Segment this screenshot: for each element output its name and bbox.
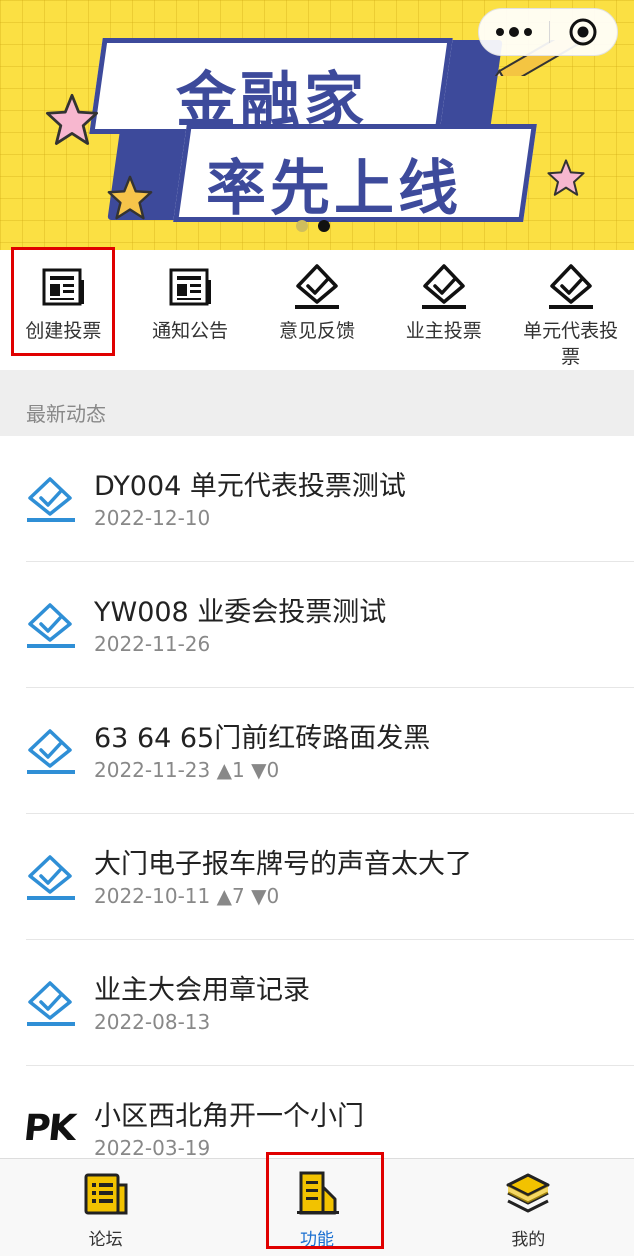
- promo-banner[interactable]: 金融家 率先上线: [0, 0, 634, 250]
- function-label: 创建投票: [25, 320, 102, 342]
- pagination-dot-active[interactable]: [318, 220, 330, 232]
- news-date: 2022-11-26: [94, 632, 211, 656]
- function-grid: 创建投票 通知公告 意见反馈 业主投票 单元代表投票: [0, 250, 634, 370]
- vote-check-icon: [294, 264, 339, 309]
- upvote-count: ▲7: [216, 884, 245, 908]
- upvote-count: ▲1: [216, 758, 245, 782]
- news-title: 小区西北角开一个小门: [94, 1101, 364, 1132]
- function-label: 单元代表投票: [523, 320, 619, 368]
- tab-label: 论坛: [88, 1230, 123, 1250]
- function-label: 意见反馈: [278, 320, 355, 342]
- news-title: YW008 业委会投票测试: [94, 597, 387, 628]
- news-title: DY004 单元代表投票测试: [94, 471, 406, 502]
- tab-forum[interactable]: 论坛: [0, 1159, 211, 1256]
- vote-check-icon: [27, 729, 75, 774]
- section-header: 最新动态: [0, 370, 634, 436]
- list-item[interactable]: DY004 单元代表投票测试 2022-12-10: [0, 436, 634, 562]
- list-item[interactable]: 业主大会用章记录 2022-08-13: [0, 940, 634, 1066]
- newspaper-icon: [42, 268, 85, 306]
- vote-check-icon: [27, 981, 75, 1026]
- layers-icon: [506, 1173, 550, 1213]
- newspaper-icon: [169, 268, 212, 306]
- target-close-icon[interactable]: [550, 8, 618, 56]
- mini-program-capsule: [478, 8, 618, 56]
- function-label: 通知公告: [152, 320, 229, 342]
- news-title: 业主大会用章记录: [94, 975, 310, 1006]
- building-icon: [296, 1171, 339, 1215]
- bottom-tab-bar: 论坛 功能 我的: [0, 1158, 634, 1256]
- list-item[interactable]: YW008 业委会投票测试 2022-11-26: [0, 562, 634, 688]
- function-label: 业主投票: [405, 320, 482, 342]
- section-title: 最新动态: [26, 402, 106, 426]
- news-meta: 2022-11-23 ▲1 ▼0: [94, 758, 279, 782]
- vote-check-icon: [548, 264, 593, 309]
- news-list: DY004 单元代表投票测试 2022-12-10 YW008 业委会投票测试 …: [0, 436, 634, 1158]
- news-meta: 2022-12-10: [94, 506, 210, 530]
- vote-check-icon: [27, 855, 75, 900]
- tab-label: 我的: [511, 1230, 546, 1250]
- function-feedback[interactable]: 意见反馈: [254, 250, 381, 370]
- banner-headline-1: 金融家: [176, 66, 368, 136]
- forum-list-icon: [84, 1173, 128, 1215]
- pagination-dot[interactable]: [296, 220, 308, 232]
- function-create-vote[interactable]: 创建投票: [0, 250, 127, 370]
- star-icon: [107, 175, 153, 220]
- vote-check-icon: [27, 477, 75, 522]
- function-owner-vote[interactable]: 业主投票: [380, 250, 507, 370]
- news-title: 63 64 65门前红砖路面发黑: [94, 723, 431, 754]
- news-date: 2022-10-11: [94, 884, 211, 908]
- function-unit-rep-vote[interactable]: 单元代表投票: [507, 250, 634, 370]
- tab-mine[interactable]: 我的: [423, 1159, 634, 1256]
- news-meta: 2022-08-13: [94, 1010, 210, 1034]
- function-notice[interactable]: 通知公告: [127, 250, 254, 370]
- news-meta: 2022-03-19: [94, 1136, 210, 1158]
- pk-icon: PK: [21, 1108, 77, 1149]
- list-item[interactable]: 63 64 65门前红砖路面发黑 2022-11-23 ▲1 ▼0: [0, 688, 634, 814]
- list-item[interactable]: 大门电子报车牌号的声音太大了 2022-10-11 ▲7 ▼0: [0, 814, 634, 940]
- tab-label: 功能: [299, 1230, 334, 1250]
- downvote-count: ▼0: [251, 884, 280, 908]
- vote-check-icon: [27, 603, 75, 648]
- news-meta: 2022-11-26: [94, 632, 210, 656]
- tab-function[interactable]: 功能: [211, 1159, 422, 1256]
- news-meta: 2022-10-11 ▲7 ▼0: [94, 884, 279, 908]
- star-icon: [45, 93, 99, 145]
- vote-check-icon: [421, 264, 466, 309]
- news-date: 2022-03-19: [94, 1136, 211, 1158]
- banner-pagination: [296, 220, 330, 232]
- banner-headline-2: 率先上线: [206, 154, 462, 224]
- list-item[interactable]: PK 小区西北角开一个小门 2022-03-19: [0, 1066, 634, 1158]
- news-date: 2022-11-23: [94, 758, 211, 782]
- more-dots-icon[interactable]: [479, 8, 549, 56]
- news-date: 2022-12-10: [94, 506, 211, 530]
- star-icon: [547, 159, 585, 196]
- downvote-count: ▼0: [251, 758, 280, 782]
- news-title: 大门电子报车牌号的声音太大了: [94, 849, 472, 880]
- news-date: 2022-08-13: [94, 1010, 211, 1034]
